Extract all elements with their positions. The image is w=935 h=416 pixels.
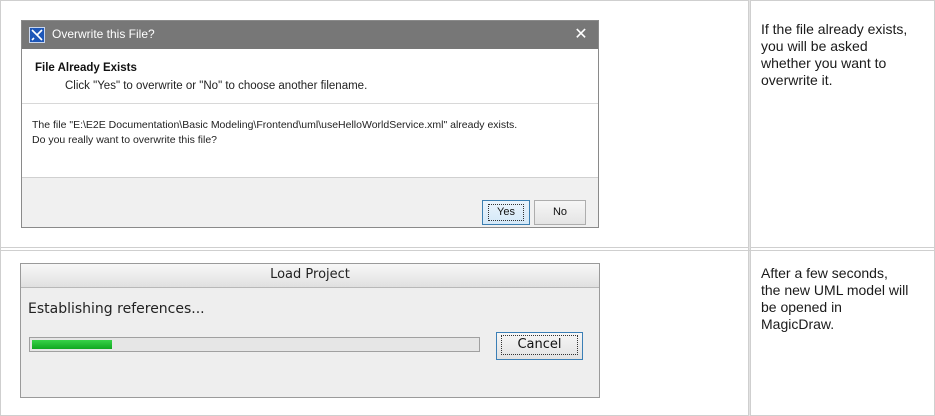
- dialog-message-line2: Do you really want to overwrite this fil…: [32, 134, 217, 146]
- load-project-dialog: Load Project Establishing references... …: [20, 263, 600, 398]
- dialog-message-area: The file "E:\E2E Documentation\Basic Mod…: [22, 104, 598, 178]
- dialog-title: Overwrite this File?: [52, 27, 155, 41]
- close-icon[interactable]: ✕: [572, 25, 590, 43]
- dialog-header-subtitle: Click "Yes" to overwrite or "No" to choo…: [65, 80, 368, 92]
- app-icon: [29, 27, 45, 43]
- yes-button[interactable]: Yes: [482, 200, 530, 225]
- status-text: Establishing references...: [28, 301, 205, 317]
- dialog-message-line1: The file "E:\E2E Documentation\Basic Mod…: [32, 119, 518, 131]
- progress-bar: [29, 337, 480, 352]
- cancel-button-label: Cancel: [501, 335, 578, 355]
- table-column-divider: [748, 0, 751, 416]
- table-border-left: [0, 0, 1, 416]
- yes-button-label: Yes: [488, 204, 524, 221]
- dialog-titlebar[interactable]: Load Project: [21, 264, 599, 288]
- cancel-button[interactable]: Cancel: [496, 332, 583, 360]
- table-row-divider: [0, 247, 935, 248]
- dialog-footer: Yes No: [22, 178, 598, 227]
- dialog-titlebar[interactable]: Overwrite this File? ✕: [22, 21, 598, 49]
- row1-description: If the file already exists, you will be …: [761, 21, 908, 88]
- dialog-title: Load Project: [270, 267, 350, 282]
- overwrite-dialog: Overwrite this File? ✕ File Already Exis…: [21, 20, 599, 228]
- no-button[interactable]: No: [534, 200, 586, 225]
- row2-description: After a few seconds, the new UML model w…: [761, 265, 909, 332]
- table-border-top: [0, 0, 935, 1]
- dialog-header-title: File Already Exists: [35, 62, 137, 74]
- dialog-header: File Already Exists Click "Yes" to overw…: [22, 49, 598, 104]
- dialog-message: The file "E:\E2E Documentation\Basic Mod…: [32, 118, 517, 148]
- progress-bar-fill: [32, 340, 112, 349]
- table-row-divider-2: [0, 250, 935, 251]
